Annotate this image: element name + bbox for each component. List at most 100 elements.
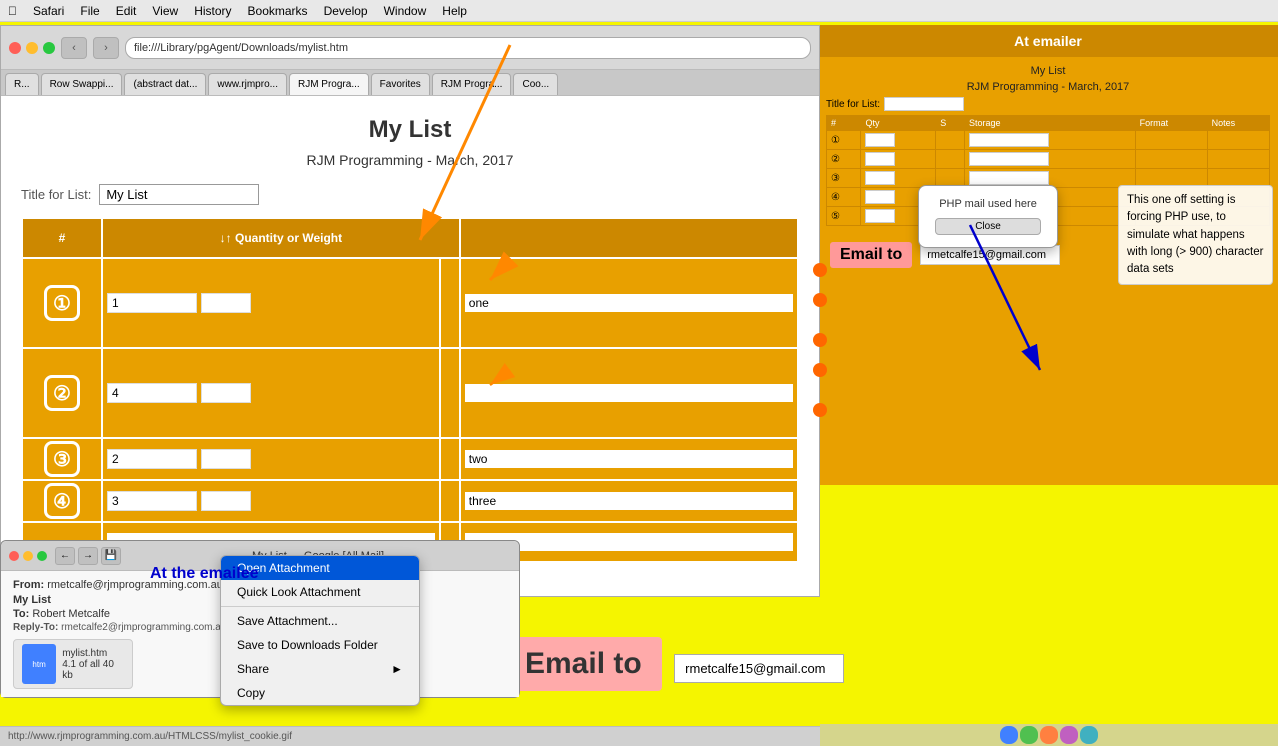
right-qty-5[interactable] — [865, 209, 895, 223]
develop-menu[interactable]: Develop — [324, 4, 368, 18]
url-bar[interactable]: file:///Library/pgAgent/Downloads/mylist… — [125, 37, 811, 59]
text-input-1[interactable] — [465, 294, 793, 312]
apple-menu[interactable]:  — [8, 4, 17, 18]
qty-input-1[interactable] — [107, 293, 197, 313]
right-title-input[interactable] — [884, 97, 964, 111]
page-content: My List RJM Programming - March, 2017 Ti… — [1, 96, 819, 596]
gmail-attachment[interactable]: htm mylist.htm 4.1 of all 40 kb — [13, 639, 133, 689]
context-menu-copy[interactable]: Copy — [221, 681, 419, 705]
qty-input-2[interactable] — [107, 383, 197, 403]
dock-icon-2[interactable] — [1020, 726, 1038, 744]
extra-input-3[interactable] — [201, 449, 251, 469]
tab-1[interactable]: Row Swappi... — [41, 73, 123, 95]
traffic-lights — [9, 42, 55, 54]
right-col-s1: S — [936, 116, 965, 131]
dock-icon-3[interactable] — [1040, 726, 1058, 744]
php-mail-popup: PHP mail used here Close — [918, 185, 1058, 248]
right-email-to-input[interactable] — [920, 245, 1060, 265]
right-qty-3[interactable] — [865, 171, 895, 185]
text-input-3[interactable] — [465, 450, 793, 468]
tab-6[interactable]: RJM Progra... — [432, 73, 512, 95]
minimize-button[interactable] — [26, 42, 38, 54]
browser-toolbar: ‹ › file:///Library/pgAgent/Downloads/my… — [1, 26, 819, 70]
gmail-close[interactable] — [9, 551, 19, 561]
gmail-maximize[interactable] — [37, 551, 47, 561]
php-popup-close[interactable]: Close — [935, 218, 1041, 235]
emailee-label: At the emailee — [150, 565, 258, 583]
right-title-label: Title for List: — [826, 99, 880, 110]
row-number-2: ② — [44, 375, 80, 411]
big-email-to-label: Email to — [505, 637, 662, 691]
back-button[interactable]: ‹ — [61, 37, 87, 59]
annotation-text: This one off setting is forcing PHP use,… — [1127, 194, 1263, 275]
right-qty-1[interactable] — [865, 133, 895, 147]
edit-menu[interactable]: Edit — [116, 4, 137, 18]
help-menu[interactable]: Help — [442, 4, 467, 18]
extra-input-2[interactable] — [201, 383, 251, 403]
text-input-4[interactable] — [465, 492, 793, 510]
tab-4-active[interactable]: RJM Progra... — [289, 73, 369, 95]
view-menu[interactable]: View — [152, 4, 178, 18]
history-menu[interactable]: History — [194, 4, 231, 18]
context-menu-save-attachment[interactable]: Save Attachment... — [221, 609, 419, 633]
bookmarks-menu[interactable]: Bookmarks — [248, 4, 308, 18]
tab-2[interactable]: (abstract dat... — [124, 73, 206, 95]
right-table-row-1: ① — [827, 131, 1270, 150]
gmail-nav: ← → 💾 — [55, 547, 121, 565]
extra-input-1[interactable] — [201, 293, 251, 313]
tab-3[interactable]: www.rjmpro... — [208, 73, 287, 95]
safari-menu[interactable]: Safari — [33, 4, 64, 18]
right-email-to-label: Email to — [830, 242, 912, 268]
url-text: file:///Library/pgAgent/Downloads/mylist… — [134, 42, 348, 54]
tab-5[interactable]: Favorites — [371, 73, 430, 95]
file-info: mylist.htm 4.1 of all 40 kb — [62, 648, 124, 681]
qty-input-4[interactable] — [107, 491, 197, 511]
dock-icon-4[interactable] — [1060, 726, 1078, 744]
dock-icon-1[interactable] — [1000, 726, 1018, 744]
right-qty-2[interactable] — [865, 152, 895, 166]
right-col-storage: Storage — [965, 116, 1136, 131]
right-storage-1[interactable] — [969, 133, 1049, 147]
forward-button[interactable]: › — [93, 37, 119, 59]
tab-0[interactable]: R... — [5, 73, 39, 95]
gmail-archive[interactable]: 💾 — [101, 547, 121, 565]
qty-input-3[interactable] — [107, 449, 197, 469]
dock-icon-5[interactable] — [1080, 726, 1098, 744]
row-number-3: ③ — [44, 441, 80, 477]
context-menu-save-downloads[interactable]: Save to Downloads Folder — [221, 633, 419, 657]
col-header-text — [460, 218, 798, 258]
big-email-to-input[interactable] — [674, 654, 844, 683]
gmail-minimize[interactable] — [23, 551, 33, 561]
mac-dock — [820, 724, 1278, 746]
context-menu-quick-look[interactable]: Quick Look Attachment — [221, 580, 419, 604]
title-for-list-label: Title for List: — [21, 187, 91, 202]
extra-input-4[interactable] — [201, 491, 251, 511]
close-button[interactable] — [9, 42, 21, 54]
col-header-num: # — [22, 218, 102, 258]
gmail-back[interactable]: ← — [55, 547, 75, 565]
maximize-button[interactable] — [43, 42, 55, 54]
window-menu[interactable]: Window — [384, 4, 427, 18]
right-col-hash: # — [827, 116, 861, 131]
right-col-qty: Qty — [861, 116, 936, 131]
right-qty-4[interactable] — [865, 190, 895, 204]
title-row: Title for List: — [21, 184, 799, 205]
table-row: ① — [22, 258, 798, 348]
right-sub-title: My List — [826, 65, 1270, 77]
right-storage-3[interactable] — [969, 171, 1049, 185]
title-for-list-input[interactable] — [99, 184, 259, 205]
context-menu-divider-1 — [221, 606, 419, 607]
gmail-forward[interactable]: → — [78, 547, 98, 565]
context-menu-share[interactable]: Share► — [221, 657, 419, 681]
tab-7[interactable]: Coo... — [513, 73, 558, 95]
text-input-2[interactable] — [465, 384, 793, 402]
page-title: My List — [21, 116, 799, 144]
right-col-format: Format — [1135, 116, 1207, 131]
right-sub-subtitle: RJM Programming - March, 2017 — [826, 81, 1270, 93]
right-storage-2[interactable] — [969, 152, 1049, 166]
browser-status-bar: http://www.rjmprogramming.com.au/HTMLCSS… — [0, 726, 820, 746]
col-header-qty: ↓↑ Quantity or Weight — [102, 218, 460, 258]
main-browser-window: ‹ › file:///Library/pgAgent/Downloads/my… — [0, 25, 820, 597]
right-panel-header: At emailer — [818, 25, 1278, 57]
file-menu[interactable]: File — [80, 4, 99, 18]
